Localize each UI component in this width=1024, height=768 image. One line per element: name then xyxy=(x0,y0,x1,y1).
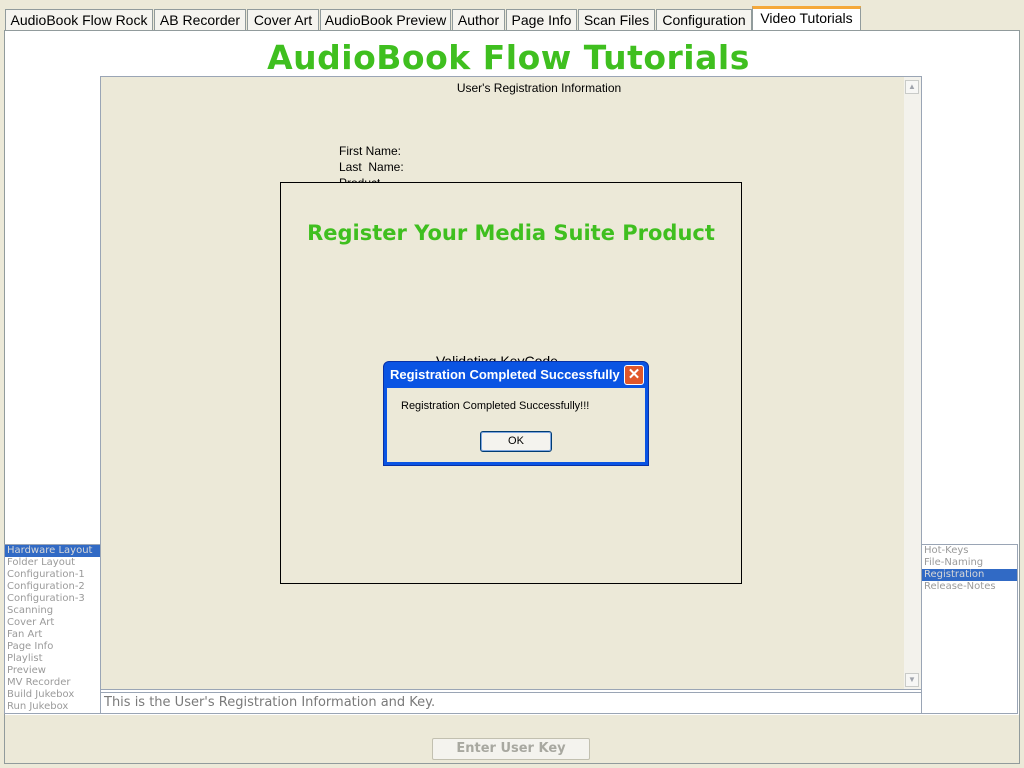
tab-page-info[interactable]: Page Info xyxy=(506,9,577,30)
list-item-hot-keys[interactable]: Hot-Keys xyxy=(922,545,1017,557)
list-item-build-jukebox[interactable]: Build Jukebox xyxy=(5,689,100,701)
list-item-preview[interactable]: Preview xyxy=(5,665,100,677)
tab-audiobook-flow-rock[interactable]: AudioBook Flow Rock xyxy=(5,9,153,30)
list-item-page-info[interactable]: Page Info xyxy=(5,641,100,653)
registration-dialog: Registration Completed Successfully ✕ Re… xyxy=(383,361,649,466)
tab-audiobook-preview[interactable]: AudioBook Preview xyxy=(320,9,451,30)
list-item-playlist[interactable]: Playlist xyxy=(5,653,100,665)
tab-configuration[interactable]: Configuration xyxy=(656,9,752,30)
first-name-label: First Name: xyxy=(339,144,402,158)
viewer-scrollbar[interactable]: ▲ ▼ xyxy=(904,77,921,689)
left-tutorial-list[interactable]: Hardware Layout Folder Layout Configurat… xyxy=(4,544,101,714)
dialog-body: Registration Completed Successfully!!! O… xyxy=(387,388,645,462)
register-title: Register Your Media Suite Product xyxy=(307,221,715,245)
dialog-message: Registration Completed Successfully!!! xyxy=(401,400,590,412)
list-item-hardware-layout[interactable]: Hardware Layout xyxy=(5,545,100,557)
tab-strip: AudioBook Flow Rock AB Recorder Cover Ar… xyxy=(0,0,1024,31)
tab-author[interactable]: Author xyxy=(452,9,505,30)
list-item-registration[interactable]: Registration xyxy=(922,569,1017,581)
list-item-file-naming[interactable]: File-Naming xyxy=(922,557,1017,569)
tab-ab-recorder[interactable]: AB Recorder xyxy=(154,9,246,30)
tutorial-description: This is the User's Registration Informat… xyxy=(100,692,922,714)
page-title: AudioBook Flow Tutorials xyxy=(267,38,750,77)
list-item-release-notes[interactable]: Release-Notes xyxy=(922,581,1017,593)
scroll-down-icon[interactable]: ▼ xyxy=(905,673,919,687)
right-tutorial-list[interactable]: Hot-Keys File-Naming Registration Releas… xyxy=(921,544,1018,714)
tab-video-tutorials[interactable]: Video Tutorials xyxy=(752,6,861,31)
list-item-fan-art[interactable]: Fan Art xyxy=(5,629,100,641)
list-item-run-jukebox[interactable]: Run Jukebox xyxy=(5,701,100,713)
list-item-folder-layout[interactable]: Folder Layout xyxy=(5,557,100,569)
list-item-mv-recorder[interactable]: MV Recorder xyxy=(5,677,100,689)
viewer-heading: User's Registration Information xyxy=(456,81,622,95)
close-icon[interactable]: ✕ xyxy=(624,365,644,385)
scroll-up-icon[interactable]: ▲ xyxy=(905,80,919,94)
tab-cover-art[interactable]: Cover Art xyxy=(247,9,319,30)
ok-button[interactable]: OK xyxy=(480,431,552,452)
list-item-configuration-1[interactable]: Configuration-1 xyxy=(5,569,100,581)
dialog-title: Registration Completed Successfully xyxy=(390,367,620,382)
enter-user-key-button[interactable]: Enter User Key xyxy=(432,738,590,760)
list-item-scanning[interactable]: Scanning xyxy=(5,605,100,617)
last-name-label: Last Name: xyxy=(339,160,404,174)
tab-scan-files[interactable]: Scan Files xyxy=(578,9,655,30)
list-item-configuration-2[interactable]: Configuration-2 xyxy=(5,581,100,593)
list-item-configuration-3[interactable]: Configuration-3 xyxy=(5,593,100,605)
list-item-cover-art[interactable]: Cover Art xyxy=(5,617,100,629)
